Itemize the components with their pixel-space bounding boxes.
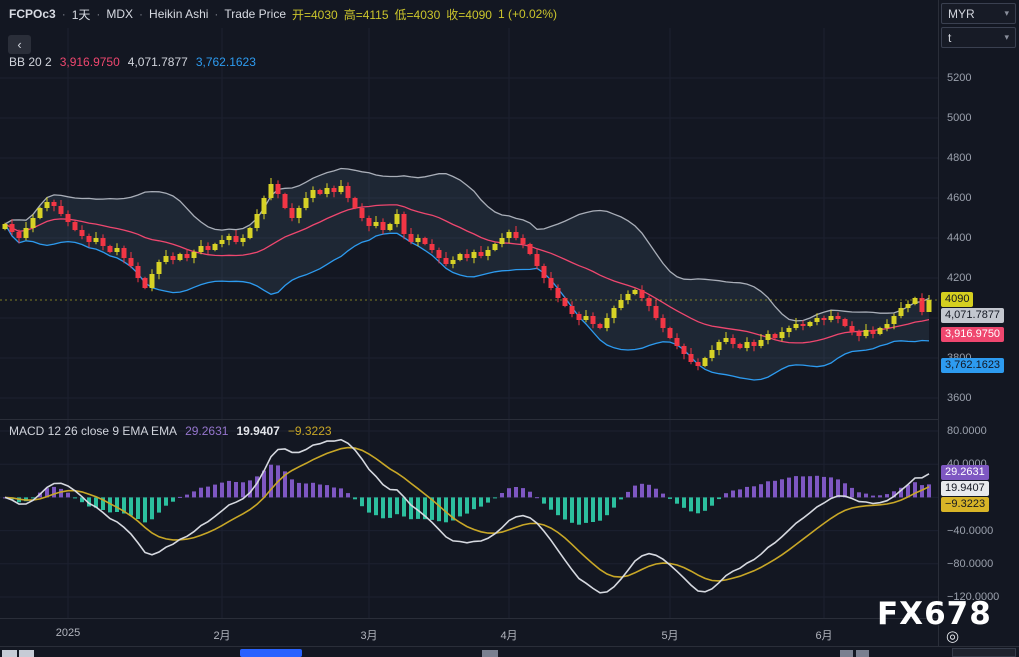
macd-signal-value: −9.3223 — [288, 424, 332, 438]
symbol-name[interactable]: FCPOc3 — [9, 7, 56, 21]
bottom-bar-separator — [0, 646, 1019, 647]
symbol-header: FCPOc3 · 1天 · MDX · Heikin Ashi · Trade … — [0, 0, 557, 28]
price-axis[interactable]: 52005000480046004400420040003800360080.0… — [938, 0, 1019, 646]
bottom-toolbar-chip[interactable] — [840, 650, 853, 657]
bb-title: BB 20 2 — [9, 55, 52, 69]
time-axis-label: 2025 — [56, 627, 80, 639]
bottom-toolbar-chip[interactable] — [19, 650, 34, 657]
chevron-down-icon: ▾ — [1004, 8, 1009, 19]
macd-axis-badge: 19.9407 — [941, 481, 989, 496]
price-tick-label: 4400 — [947, 231, 971, 245]
trading-chart-app: FCPOc3 · 1天 · MDX · Heikin Ashi · Trade … — [0, 0, 1019, 657]
time-axis-label: 2月 — [213, 627, 230, 643]
macd-line-value: 19.9407 — [236, 424, 279, 438]
time-axis-label: 6月 — [815, 627, 832, 643]
currency-value: MYR — [948, 7, 975, 21]
currency-select[interactable]: MYR ▾ — [941, 3, 1016, 24]
chart-style-label[interactable]: Heikin Ashi — [149, 7, 208, 21]
macd-tick-label: 80.0000 — [947, 424, 987, 438]
price-tick-label: 5200 — [947, 71, 971, 85]
bottom-toolbar-chip[interactable] — [856, 650, 869, 657]
bb-upper-value: 4,071.7877 — [128, 55, 188, 69]
price-source-label: Trade Price — [224, 7, 286, 21]
separator-dot: · — [214, 7, 218, 21]
price-axis-badge: 3,762.1623 — [941, 358, 1004, 373]
back-button[interactable]: ‹ — [8, 35, 31, 54]
bb-legend[interactable]: BB 20 2 3,916.9750 4,071.7877 3,762.1623 — [9, 55, 256, 69]
macd-axis-badge: 29.2631 — [941, 465, 989, 480]
time-axis-label: 5月 — [661, 627, 678, 643]
open-value: 开=4030 — [292, 6, 338, 23]
macd-tick-label: −80.0000 — [947, 557, 993, 571]
unit-select[interactable]: t ▾ — [941, 27, 1016, 48]
price-tick-label: 3600 — [947, 391, 971, 405]
macd-legend[interactable]: MACD 12 26 close 9 EMA EMA 29.2631 19.94… — [9, 424, 332, 438]
time-axis-label: 4月 — [500, 627, 517, 643]
chevron-down-icon: ▾ — [1004, 32, 1009, 43]
price-tick-label: 5000 — [947, 111, 971, 125]
time-axis-label: 3月 — [360, 627, 377, 643]
price-chart-canvas[interactable] — [0, 28, 938, 419]
pane-separator[interactable] — [0, 419, 1019, 420]
price-tick-label: 4200 — [947, 271, 971, 285]
macd-axis-badge: −9.3223 — [941, 497, 989, 512]
unit-value: t — [948, 31, 951, 45]
interval-button[interactable]: 1天 — [72, 6, 91, 23]
bottom-toolbar-chip[interactable] — [482, 650, 498, 657]
timeline-scrollbar-thumb[interactable] — [240, 649, 302, 657]
macd-title: MACD 12 26 close 9 EMA EMA — [9, 424, 177, 438]
price-tick-label: 4600 — [947, 191, 971, 205]
high-value: 高=4115 — [344, 6, 389, 23]
back-chevron-icon: ‹ — [17, 37, 21, 52]
separator-dot: · — [62, 7, 66, 21]
price-axis-badge: 3,916.9750 — [941, 327, 1004, 342]
price-axis-badge: 4090 — [941, 292, 973, 307]
macd-tick-label: −40.0000 — [947, 524, 993, 538]
macd-chart-canvas[interactable] — [0, 420, 938, 618]
separator-dot: · — [96, 7, 100, 21]
fx678-watermark: FX678 — [877, 596, 992, 632]
bb-lower-value: 3,762.1623 — [196, 55, 256, 69]
change-value: 1 (+0.02%) — [498, 7, 557, 21]
low-value: 低=4030 — [395, 6, 441, 23]
macd-hist-value: 29.2631 — [185, 424, 228, 438]
price-axis-badge: 4,071.7877 — [941, 308, 1004, 323]
bb-basis-value: 3,916.9750 — [60, 55, 120, 69]
time-axis[interactable]: 2025 2月 3月 4月 5月 6月 — [0, 619, 938, 646]
close-value: 收=4090 — [446, 6, 492, 23]
exchange-label: MDX — [106, 7, 133, 21]
logo-circle-icon: ◎ — [946, 627, 959, 645]
separator-dot: · — [139, 7, 143, 21]
bottom-toolbar-chip[interactable] — [2, 650, 17, 657]
bottom-toolbar-chip[interactable] — [952, 648, 1016, 657]
price-tick-label: 4800 — [947, 151, 971, 165]
